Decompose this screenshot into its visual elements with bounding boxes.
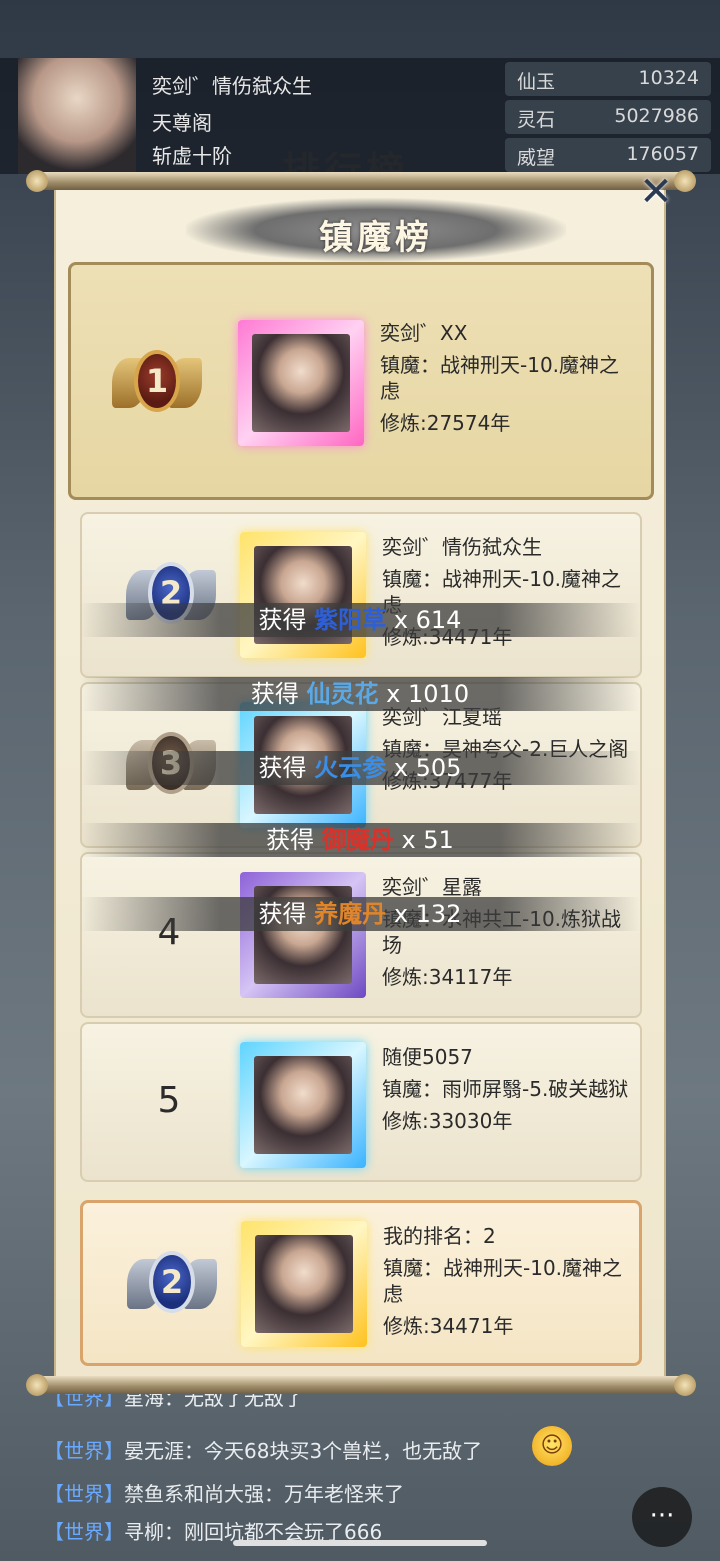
scroll-knob — [26, 1374, 48, 1396]
rank-row-2[interactable]: 2 奕剑゛情伤弑众生 镇魔：战神刑天-10.魔神之虑 修炼:34471年 — [80, 512, 642, 678]
entry-demon: 镇魔：雨师屏翳-5.破关越狱 — [382, 1077, 629, 1101]
rank-medal-icon: 1 — [112, 342, 202, 426]
chat-text: 禁鱼系和尚大强：万年老怪来了 — [124, 1482, 404, 1506]
player-name: 奕剑゛情伤弑众生 — [152, 74, 312, 98]
entry-cultivation: 修炼:27574年 — [380, 411, 511, 435]
rank-info: 随便5057 镇魔：雨师屏翳-5.破关越狱 修炼:33030年 — [382, 1044, 632, 1140]
reward-item: 紫阳草 — [314, 606, 387, 634]
chat-message: 【世界】晏无涯：今天68块买3个兽栏，也无敌了 — [44, 1435, 482, 1464]
chat-text: 晏无涯：今天68块买3个兽栏，也无敌了 — [124, 1439, 483, 1463]
resource-label: 灵石 — [517, 109, 556, 131]
player-realm: 斩虚十阶 — [152, 144, 232, 168]
my-rank-label: 我的排名：2 — [383, 1224, 496, 1248]
rank-info: 奕剑゛XX 镇魔：战神刑天-10.魔神之虑 修炼:27574年 — [380, 320, 630, 442]
entry-name: 随便5057 — [382, 1045, 473, 1069]
player-portrait[interactable] — [240, 872, 366, 998]
chat-channel: 【世界】 — [44, 1482, 124, 1506]
reward-count: x 614 — [393, 606, 462, 634]
reward-item: 仙灵花 — [306, 680, 379, 708]
scroll-knob — [674, 1374, 696, 1396]
reward-count: x 132 — [393, 900, 462, 928]
player-portrait[interactable] — [238, 320, 364, 446]
reward-count: x 1010 — [386, 680, 470, 708]
reward-toast: 获得 火云参 x 505 — [80, 751, 640, 785]
entry-cultivation: 修炼:34117年 — [382, 965, 513, 989]
player-portrait[interactable] — [241, 1221, 367, 1347]
reward-count: x 505 — [393, 754, 462, 782]
reward-toast: 获得 养魔丹 x 132 — [80, 897, 640, 931]
rank-info: 奕剑゛星露 镇魔：水神共工-10.炼狱战场 修炼:34117年 — [382, 874, 632, 996]
reward-prefix: 获得 — [258, 900, 307, 928]
player-portrait[interactable] — [240, 1042, 366, 1168]
rank-row-4[interactable]: 4 奕剑゛星露 镇魔：水神共工-10.炼狱战场 修炼:34117年 — [80, 852, 642, 1018]
my-rank-row[interactable]: 2 我的排名：2 镇魔：战神刑天-10.魔神之虑 修炼:34471年 — [80, 1200, 642, 1366]
smile-emoji-icon: ☺ — [532, 1426, 572, 1466]
scroll-rod-top — [30, 172, 692, 190]
rank-info: 奕剑゛情伤弑众生 镇魔：战神刑天-10.魔神之虑 修炼:34471年 — [382, 534, 632, 656]
resource-value: 10324 — [638, 67, 699, 89]
reward-prefix: 获得 — [266, 826, 315, 854]
player-sect: 天尊阁 — [152, 111, 212, 135]
reward-prefix: 获得 — [250, 680, 299, 708]
reward-toast: 获得 紫阳草 x 614 — [80, 603, 640, 637]
reward-item: 养魔丹 — [314, 900, 387, 928]
rank-info: 我的排名：2 镇魔：战神刑天-10.魔神之虑 修炼:34471年 — [383, 1223, 633, 1345]
title-banner: 镇魔榜 — [186, 198, 566, 262]
medal-number: 1 — [134, 350, 180, 412]
close-icon[interactable]: ✕ — [634, 172, 678, 216]
medal-number: 2 — [149, 1251, 195, 1313]
resource-spirit-stone: 灵石 5027986 — [505, 100, 711, 134]
resource-prestige: 威望 176057 — [505, 138, 711, 172]
reward-prefix: 获得 — [258, 754, 307, 782]
scroll-rod-bottom — [30, 1376, 692, 1394]
rank-medal-icon: 2 — [127, 1243, 217, 1327]
reward-item: 御魔丹 — [321, 826, 394, 854]
entry-cultivation: 修炼:34471年 — [383, 1314, 514, 1338]
reward-toast: 获得 仙灵花 x 1010 — [80, 677, 640, 711]
rank-row-1[interactable]: 1 奕剑゛XX 镇魔：战神刑天-10.魔神之虑 修炼:27574年 — [68, 262, 654, 500]
entry-demon: 镇魔：战神刑天-10.魔神之虑 — [380, 353, 620, 403]
resource-label: 威望 — [517, 147, 556, 169]
reward-toast: 获得 御魔丹 x 51 — [80, 823, 640, 857]
entry-name: 奕剑゛情伤弑众生 — [382, 535, 542, 559]
reward-prefix: 获得 — [258, 606, 307, 634]
chat-message: 【世界】禁鱼系和尚大强：万年老怪来了 — [44, 1478, 404, 1507]
chat-channel: 【世界】 — [44, 1439, 124, 1463]
portrait-image — [252, 334, 350, 432]
home-indicator[interactable] — [233, 1540, 487, 1546]
rank-row-5[interactable]: 5 随便5057 镇魔：雨师屏翳-5.破关越狱 修炼:33030年 — [80, 1022, 642, 1182]
entry-cultivation: 修炼:33030年 — [382, 1109, 513, 1133]
modal-title: 镇魔榜 — [319, 218, 433, 258]
resource-value: 176057 — [626, 143, 699, 165]
chat-bubble-icon[interactable]: ··· — [632, 1487, 692, 1547]
entry-name: 奕剑゛XX — [380, 321, 468, 345]
resource-label: 仙玉 — [517, 71, 556, 93]
reward-count: x 51 — [401, 826, 454, 854]
scroll-knob — [26, 170, 48, 192]
resource-value: 5027986 — [614, 105, 699, 127]
player-avatar[interactable] — [18, 58, 136, 174]
chat-channel: 【世界】 — [44, 1520, 124, 1544]
portrait-image — [254, 1056, 352, 1154]
player-portrait[interactable] — [240, 532, 366, 658]
entry-demon: 镇魔：战神刑天-10.魔神之虑 — [383, 1256, 623, 1306]
reward-item: 火云参 — [314, 754, 387, 782]
resource-jade: 仙玉 10324 — [505, 62, 711, 96]
rank-number: 5 — [157, 1080, 181, 1121]
portrait-image — [255, 1235, 353, 1333]
